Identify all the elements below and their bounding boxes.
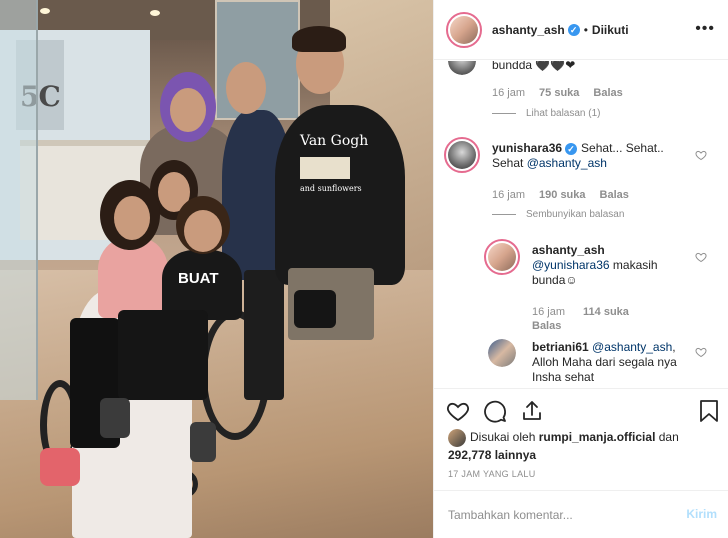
heart-icon[interactable]	[695, 346, 707, 358]
hide-replies-toggle[interactable]: Sembunyikan balasan	[492, 209, 624, 220]
separator-dot: •	[583, 22, 588, 37]
sneaker	[100, 398, 130, 438]
hide-replies-label: Sembunyikan balasan	[526, 209, 625, 220]
girl-pink-top	[98, 238, 168, 318]
comment-username[interactable]: yunishara36	[492, 141, 562, 155]
post-photo[interactable]: 5C Van Gogh and sunflowers BUAT	[0, 0, 433, 538]
comment-meta: Balas	[532, 320, 561, 332]
heart-icon[interactable]	[695, 251, 707, 263]
likes-count[interactable]: 292,778 lainnya	[448, 448, 536, 462]
follow-status-button[interactable]: Diikuti	[592, 23, 629, 37]
toddler-shirt-print: BUAT	[178, 270, 219, 287]
reply-button[interactable]: Balas	[532, 320, 561, 332]
heart-icon[interactable]	[446, 399, 470, 423]
shirt-print-sub: and sunflowers	[300, 184, 362, 193]
comment-meta: 16 jam 190 suka Balas	[492, 189, 629, 201]
share-icon[interactable]	[520, 399, 544, 423]
ceiling-light	[40, 8, 50, 14]
avatar[interactable]	[484, 239, 520, 275]
face	[184, 210, 222, 252]
sneaker	[190, 422, 216, 462]
face	[114, 196, 150, 240]
avatar[interactable]	[446, 11, 482, 48]
liker-username[interactable]: rumpi_manja.official	[539, 430, 656, 444]
comment-likes[interactable]: 190 suka	[539, 189, 585, 201]
face	[226, 62, 266, 114]
post-timestamp[interactable]: 17 JAM YANG LALU	[448, 469, 536, 479]
shirt-artwork	[300, 157, 350, 179]
likes-summary: Disukai oleh rumpi_manja.official dan 29…	[448, 429, 718, 463]
comment-time[interactable]: 16 jam	[532, 306, 565, 318]
likes-prefix: Disukai oleh	[470, 430, 539, 445]
thread-line	[492, 214, 516, 215]
comment-likes[interactable]: 114 suka	[583, 306, 629, 318]
more-horizontal-icon[interactable]: •••	[695, 20, 715, 38]
comment-form: Kirim	[434, 490, 728, 538]
comment-text: yunishara36 ✓ Sehat... Sehat.. Sehat @asha…	[492, 141, 692, 171]
pink-shoe	[40, 448, 80, 486]
post-header: ashanty_ash ✓ • Diikuti •••	[434, 0, 728, 60]
comment-icon[interactable]	[483, 399, 507, 423]
avatar[interactable]	[448, 61, 476, 75]
likes-conj: dan	[655, 430, 679, 445]
avatar[interactable]	[448, 429, 466, 447]
comment-time[interactable]: 16 jam	[492, 189, 525, 201]
comment-meta: 16 jam 75 suka Balas	[492, 87, 623, 99]
bookmark-icon[interactable]	[698, 399, 720, 423]
view-replies-toggle[interactable]: Lihat balasan (1)	[492, 108, 601, 119]
mention-link[interactable]: @ashanty_ash	[527, 156, 607, 170]
thread-line	[492, 113, 516, 114]
avatar[interactable]	[488, 339, 516, 367]
comment-input[interactable]	[448, 505, 668, 525]
avatar[interactable]	[444, 137, 480, 173]
ceiling-light	[150, 10, 160, 16]
post-comment-button[interactable]: Kirim	[686, 507, 717, 521]
camera	[294, 290, 336, 328]
comment-meta: 16 jam 114 suka	[532, 306, 629, 318]
shirt-print: Van Gogh	[300, 133, 369, 149]
comment-text: betriani61 @ashanty_ash, Alloh Maha dari…	[532, 340, 690, 385]
view-replies-label: Lihat balasan (1)	[526, 108, 601, 119]
comments-list[interactable]: bundda 🖤🖤❤ 16 jam 75 suka Balas Lihat ba…	[434, 61, 728, 387]
face	[170, 88, 206, 132]
reply-button[interactable]: Balas	[600, 189, 629, 201]
glass-door	[0, 0, 38, 400]
toddler-pants	[118, 310, 208, 400]
man-trousers	[244, 270, 284, 400]
comment-username[interactable]: ashanty_ash	[532, 243, 605, 257]
comment-likes[interactable]: 75 suka	[539, 87, 579, 99]
hair	[292, 26, 346, 52]
comment-text: ashanty_ash @yunishara36 makasih bunda☺	[532, 243, 690, 288]
verified-badge-icon: ✓	[567, 23, 580, 36]
verified-badge-icon: ✓	[565, 142, 578, 155]
teen-black-tshirt	[275, 105, 405, 285]
heart-icon[interactable]	[695, 149, 707, 161]
reply-button[interactable]: Balas	[593, 87, 622, 99]
comment-text: bundda 🖤🖤❤	[492, 61, 576, 72]
post-author-username[interactable]: ashanty_ash	[492, 23, 565, 37]
post-actions: Disukai oleh rumpi_manja.official dan 29…	[434, 388, 728, 488]
comment-time[interactable]: 16 jam	[492, 87, 525, 99]
mention-link[interactable]: @ashanty_ash	[592, 340, 672, 354]
mention-link[interactable]: @yunishara36	[532, 258, 610, 272]
comment-username[interactable]: betriani61	[532, 340, 589, 354]
comments-panel: ashanty_ash ✓ • Diikuti ••• bundda 🖤🖤❤ 1…	[433, 0, 728, 538]
